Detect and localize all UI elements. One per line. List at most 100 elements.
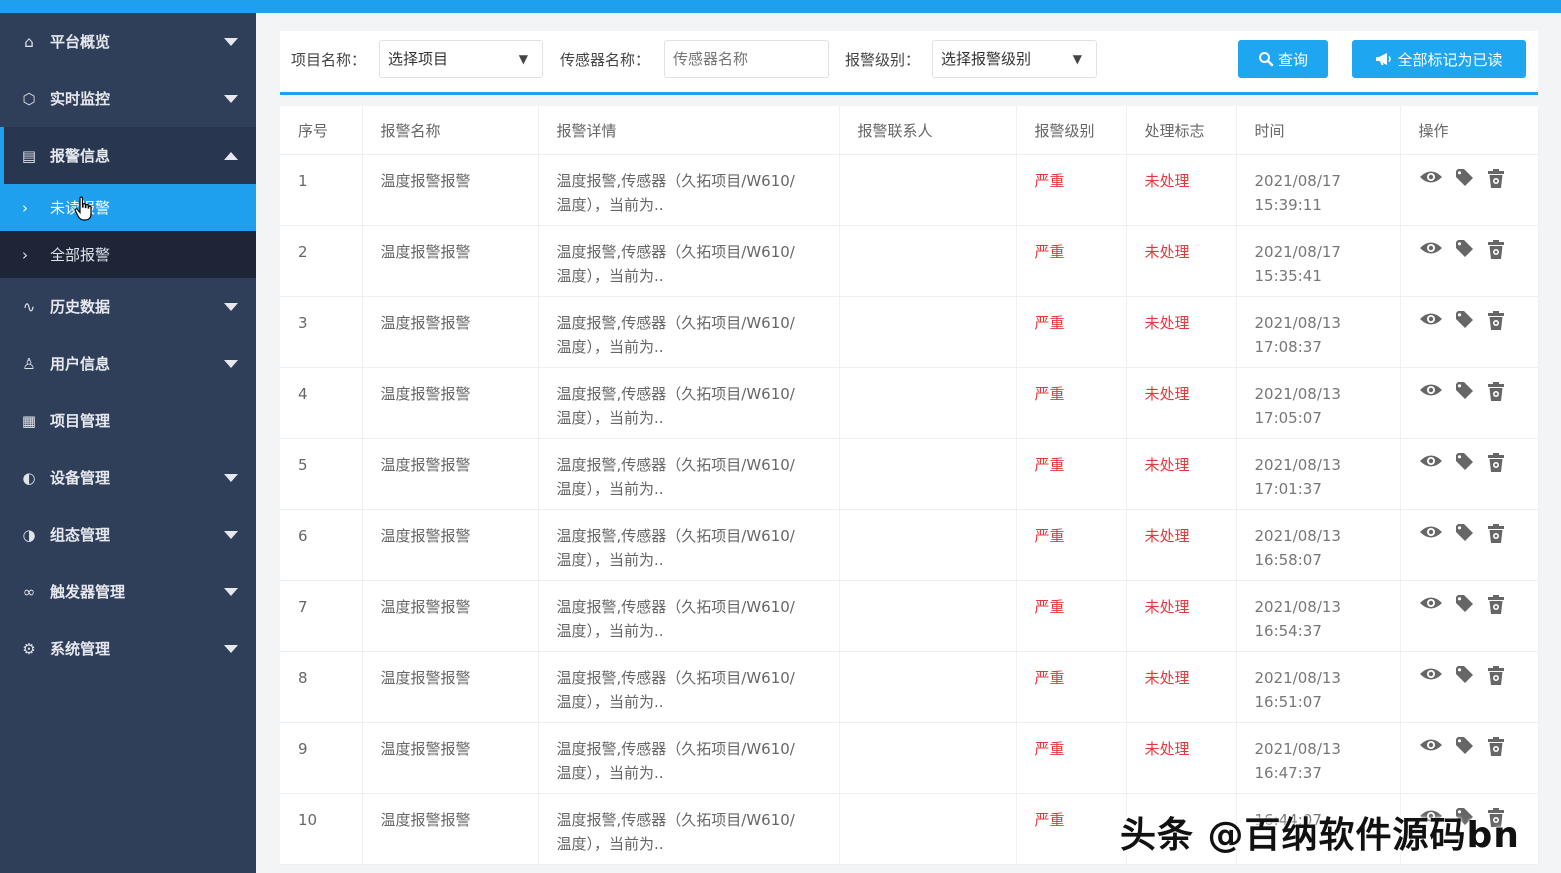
column-header-contact: 报警联系人	[839, 106, 1017, 155]
query-button[interactable]: 查询	[1238, 40, 1328, 78]
sidebar: ⌂ 平台概览 ⬡ 实时监控 ▤ 报警信息 › 未读报警 › 全部报警 ∿ 历史数…	[0, 13, 256, 873]
cell-detail-line1: 温度报警,传感器（久拓项目/W610/	[556, 385, 795, 403]
cell-date: 2021/08/17	[1254, 172, 1341, 190]
cell-detail-line2: 温度），当前为..	[556, 267, 664, 285]
mark-tag-icon[interactable]	[1455, 311, 1475, 331]
project-select[interactable]: 选择项目 ▼	[379, 40, 543, 78]
pulse-icon: ∿	[22, 297, 36, 316]
sidebar-item-triggers[interactable]: ∞ 触发器管理	[0, 563, 256, 620]
view-eye-icon[interactable]	[1419, 737, 1443, 757]
cell-contact	[839, 367, 1017, 439]
cell-no: 4	[280, 367, 363, 439]
table-row: 1 温度报警报警 温度报警,传感器（久拓项目/W610/温度），当前为.. 严重 未处理…	[280, 154, 1539, 226]
query-button-label: 查询	[1277, 50, 1308, 69]
delete-trash-icon[interactable]	[1487, 524, 1505, 544]
cell-detail: 温度报警,传感器（久拓项目/W610/温度），当前为..	[538, 509, 840, 581]
view-eye-icon[interactable]	[1419, 382, 1443, 402]
cell-detail-line1: 温度报警,传感器（久拓项目/W610/	[556, 314, 795, 332]
cell-date: 2021/08/13	[1254, 598, 1341, 616]
mark-all-read-button[interactable]: 全部标记为已读	[1352, 40, 1526, 78]
cell-clock: 17:08:37	[1254, 338, 1322, 356]
cell-detail-line1: 温度报警,传感器（久拓项目/W610/	[556, 243, 795, 261]
level-select[interactable]: 选择报警级别 ▼	[932, 40, 1097, 78]
view-eye-icon[interactable]	[1419, 169, 1443, 189]
sidebar-item-users[interactable]: ♙ 用户信息	[0, 335, 256, 392]
cell-clock: 17:01:37	[1254, 480, 1322, 498]
cell-clock: 16:58:07	[1254, 551, 1322, 569]
column-header-actions: 操作	[1400, 106, 1539, 155]
cell-no: 9	[280, 722, 363, 794]
cell-time: 2021/08/13 16:47:37	[1236, 722, 1401, 794]
view-eye-icon[interactable]	[1419, 666, 1443, 686]
cell-name: 温度报警报警	[362, 154, 539, 226]
cell-date: 2021/08/13	[1254, 385, 1341, 403]
view-eye-icon[interactable]	[1419, 453, 1443, 473]
cell-status: 未处理	[1126, 367, 1237, 439]
column-header-level: 报警级别	[1016, 106, 1127, 155]
view-eye-icon[interactable]	[1419, 595, 1443, 615]
sidebar-item-label: 系统管理	[50, 640, 111, 658]
sidebar-subitem-unread-alarms[interactable]: › 未读报警	[0, 184, 256, 231]
cell-time: 2021/08/17 15:35:41	[1236, 225, 1401, 297]
delete-trash-icon[interactable]	[1487, 453, 1505, 473]
delete-trash-icon[interactable]	[1487, 382, 1505, 402]
cell-detail-line2: 温度），当前为..	[556, 835, 664, 853]
cell-no: 2	[280, 225, 363, 297]
sensor-name-input[interactable]	[664, 40, 829, 78]
mark-tag-icon[interactable]	[1455, 240, 1475, 260]
cell-actions	[1400, 509, 1539, 581]
sidebar-item-history[interactable]: ∿ 历史数据	[0, 278, 256, 335]
mark-tag-icon[interactable]	[1455, 595, 1475, 615]
dropdown-triangle-icon: ▼	[1072, 52, 1082, 66]
cell-detail-line2: 温度），当前为..	[556, 409, 664, 427]
cell-level: 严重	[1016, 296, 1127, 368]
user-icon: ♙	[22, 354, 36, 373]
table-row: 7 温度报警报警 温度报警,传感器（久拓项目/W610/温度），当前为.. 严重 未处理…	[280, 580, 1539, 652]
grid-icon: ▦	[21, 411, 37, 430]
filter-bar: 项目名称： 选择项目 ▼ 传感器名称： 报警级别： 选择报警级别 ▼ 查询 全部…	[280, 31, 1538, 95]
sidebar-item-label: 项目管理	[50, 412, 111, 430]
sidebar-item-alarms[interactable]: ▤ 报警信息	[0, 127, 256, 184]
cell-name: 温度报警报警	[362, 722, 539, 794]
column-header-no: 序号	[280, 106, 363, 155]
sidebar-item-devices[interactable]: ◐ 设备管理	[0, 449, 256, 506]
cell-level: 严重	[1016, 722, 1127, 794]
cell-status: 未处理	[1126, 154, 1237, 226]
cell-no: 1	[280, 154, 363, 226]
cell-level: 严重	[1016, 793, 1127, 865]
delete-trash-icon[interactable]	[1487, 737, 1505, 757]
sidebar-item-realtime[interactable]: ⬡ 实时监控	[0, 70, 256, 127]
view-eye-icon[interactable]	[1419, 240, 1443, 260]
cell-clock: 16:47:37	[1254, 764, 1322, 782]
delete-trash-icon[interactable]	[1487, 311, 1505, 331]
view-eye-icon[interactable]	[1419, 524, 1443, 544]
cell-detail: 温度报警,传感器（久拓项目/W610/温度），当前为..	[538, 367, 840, 439]
mark-tag-icon[interactable]	[1455, 666, 1475, 686]
sidebar-item-system[interactable]: ⚙ 系统管理	[0, 620, 256, 677]
cell-detail-line1: 温度报警,传感器（久拓项目/W610/	[556, 172, 795, 190]
delete-trash-icon[interactable]	[1487, 240, 1505, 260]
mark-tag-icon[interactable]	[1455, 524, 1475, 544]
cell-no: 7	[280, 580, 363, 652]
delete-trash-icon[interactable]	[1487, 595, 1505, 615]
mark-tag-icon[interactable]	[1455, 382, 1475, 402]
view-eye-icon[interactable]	[1419, 311, 1443, 331]
watermark-text: 头条 @百纳软件源码bn	[1120, 815, 1520, 856]
delete-trash-icon[interactable]	[1487, 169, 1505, 189]
column-header-time: 时间	[1236, 106, 1401, 155]
cell-actions	[1400, 367, 1539, 439]
sidebar-subitem-all-alarms[interactable]: › 全部报警	[0, 231, 256, 278]
sidebar-item-config[interactable]: ◑ 组态管理	[0, 506, 256, 563]
cell-date: 2021/08/13	[1254, 669, 1341, 687]
cell-no: 10	[280, 793, 363, 865]
delete-trash-icon[interactable]	[1487, 666, 1505, 686]
column-header-detail: 报警详情	[538, 106, 840, 155]
mark-tag-icon[interactable]	[1455, 737, 1475, 757]
table-row: 9 温度报警报警 温度报警,传感器（久拓项目/W610/温度），当前为.. 严重 未处理…	[280, 722, 1539, 794]
sidebar-item-overview[interactable]: ⌂ 平台概览	[0, 13, 256, 70]
mark-tag-icon[interactable]	[1455, 453, 1475, 473]
sidebar-item-projects[interactable]: ▦ 项目管理	[0, 392, 256, 449]
cell-status: 未处理	[1126, 651, 1237, 723]
mark-tag-icon[interactable]	[1455, 169, 1475, 189]
chevron-down-icon	[224, 588, 238, 596]
